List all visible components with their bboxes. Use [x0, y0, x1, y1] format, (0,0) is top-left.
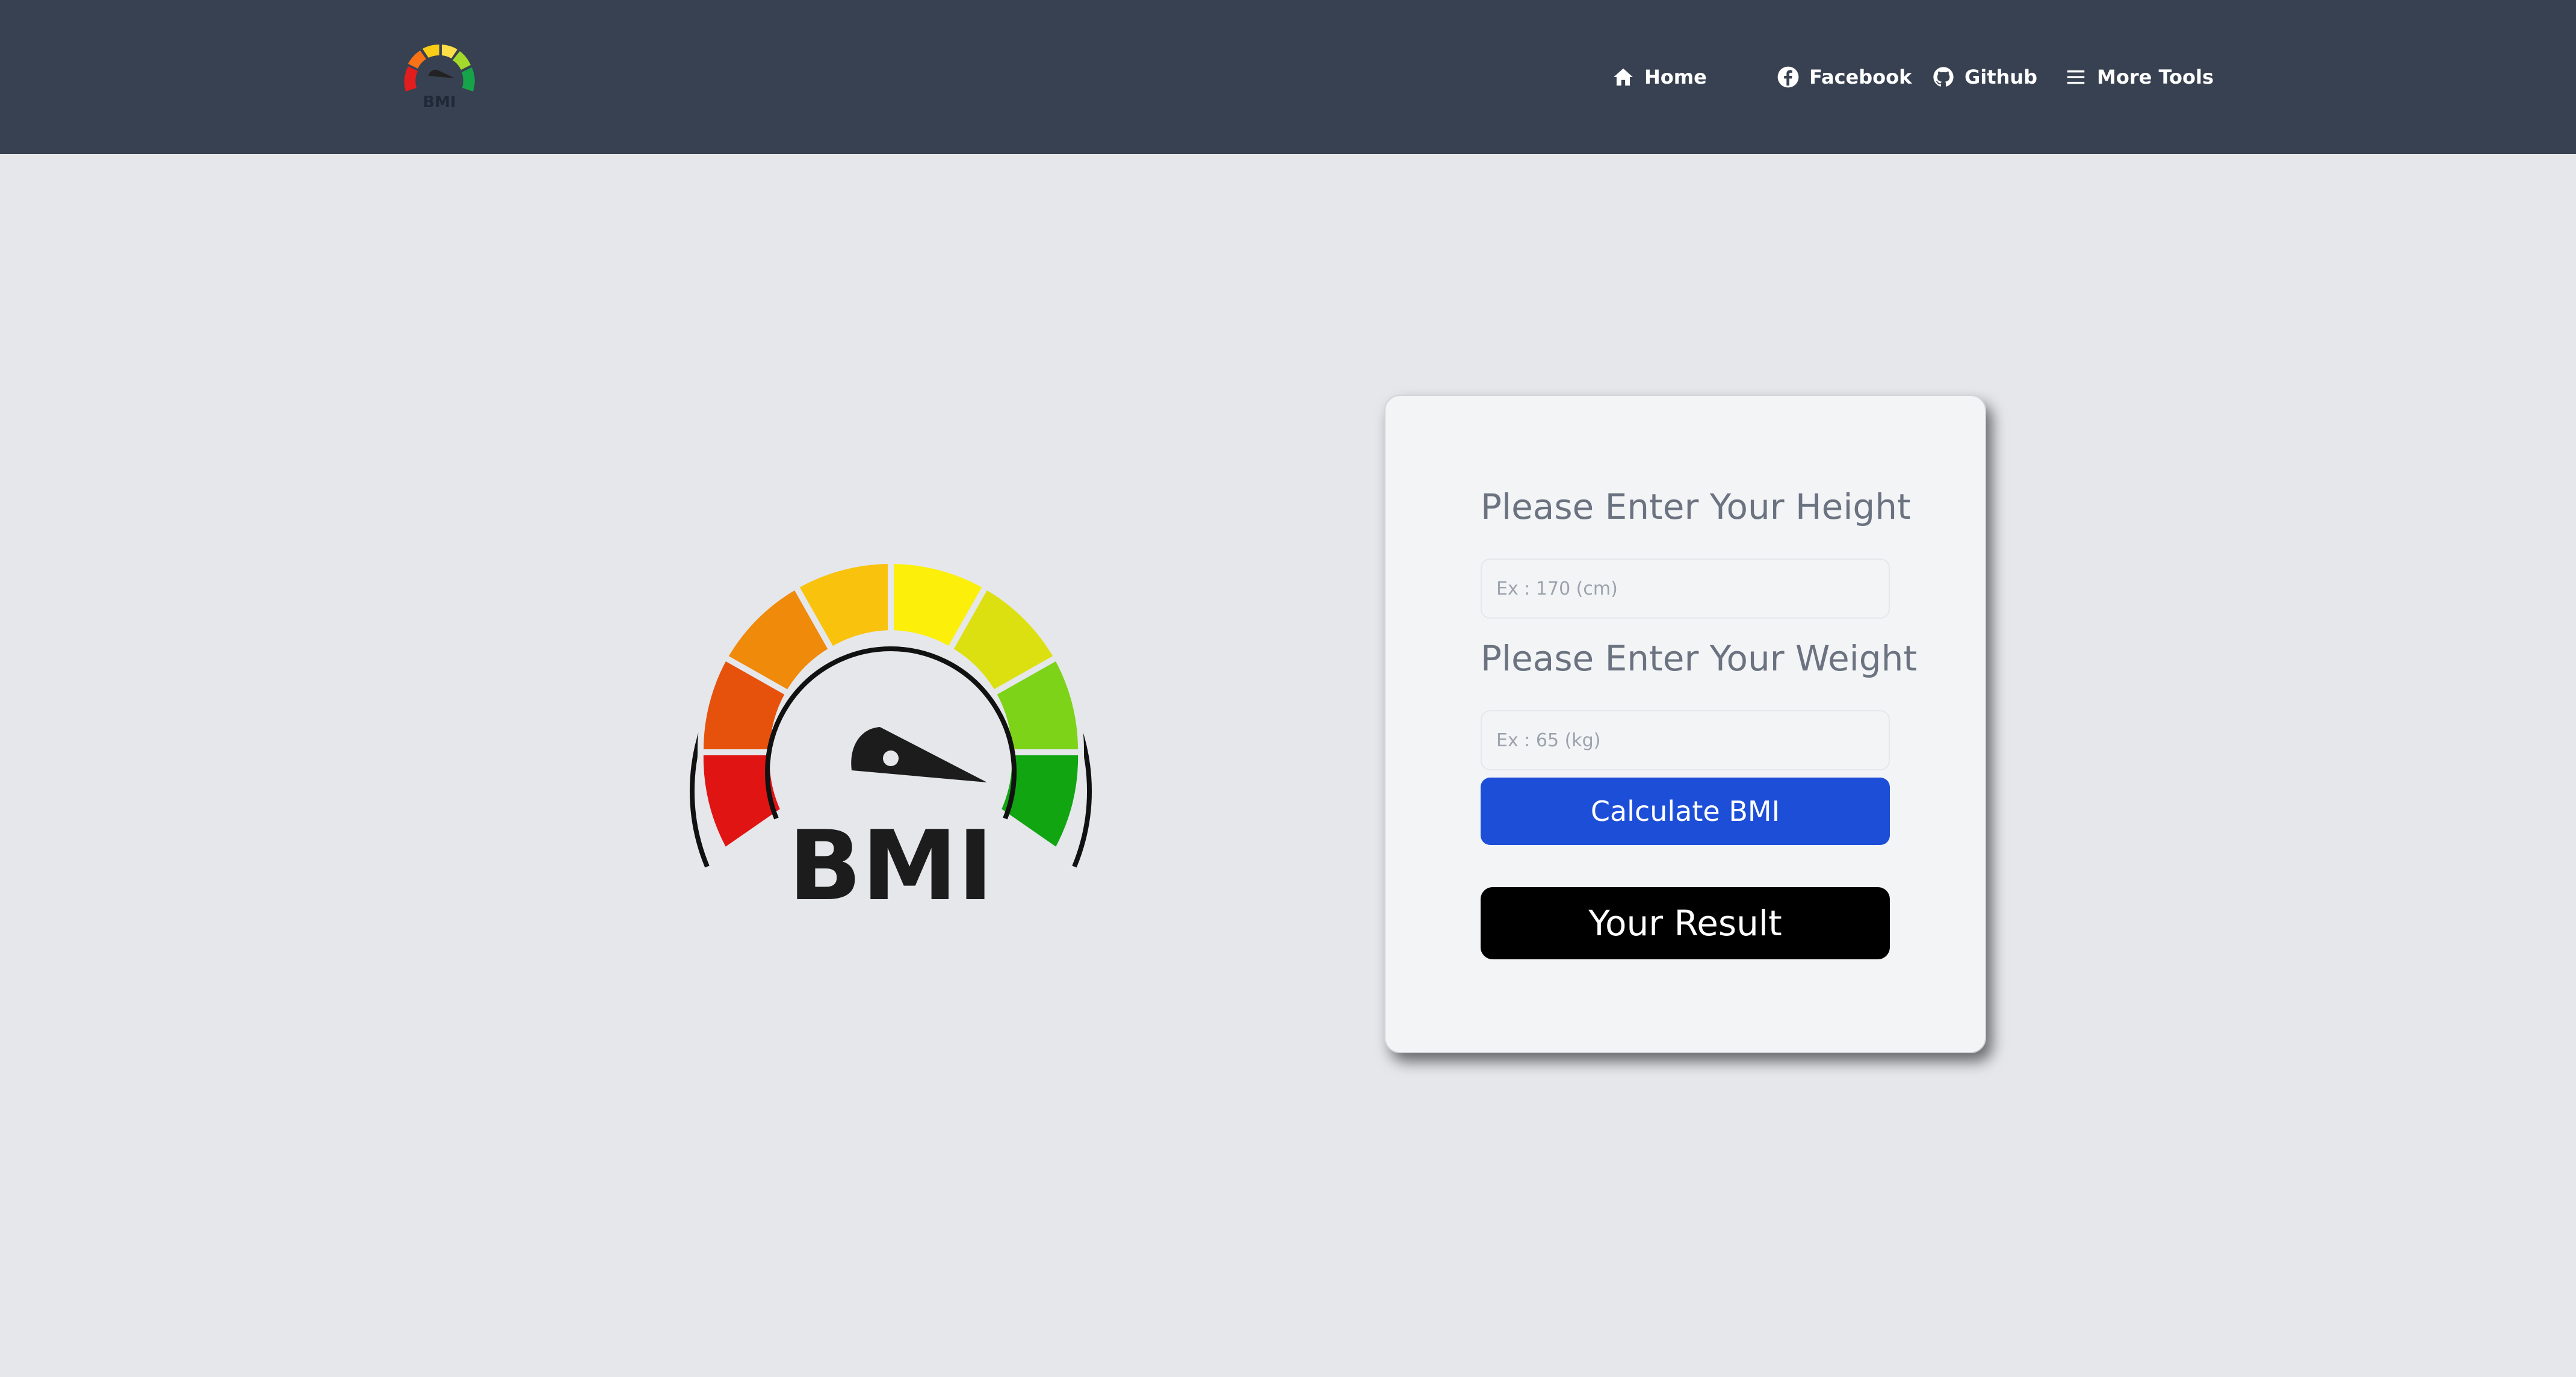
github-icon: [1932, 66, 1955, 88]
calculate-bmi-button[interactable]: Calculate BMI: [1481, 778, 1890, 845]
nav-github-link[interactable]: Github: [1932, 63, 2037, 91]
logo-text: BMI: [423, 93, 456, 111]
height-input[interactable]: [1481, 559, 1890, 619]
result-display: Your Result: [1481, 887, 1890, 959]
facebook-icon: [1777, 66, 1800, 88]
bmi-form-card: Please Enter Your Height Please Enter Yo…: [1384, 395, 1986, 1053]
home-icon: [1612, 66, 1635, 88]
nav-more-tools-label: More Tools: [2097, 66, 2214, 88]
nav-more-tools-link[interactable]: More Tools: [2064, 63, 2214, 91]
weight-input[interactable]: [1481, 710, 1890, 770]
menu-icon: [2064, 66, 2087, 88]
top-navbar: BMI Home Facebook Github More Tools: [0, 0, 2576, 154]
nav-facebook-link[interactable]: Facebook: [1777, 63, 1912, 91]
weight-label: Please Enter Your Weight: [1481, 638, 1918, 679]
bmi-logo-icon[interactable]: BMI: [397, 36, 481, 120]
bmi-gauge-illustration: BMI: [680, 548, 1101, 922]
nav-facebook-label: Facebook: [1809, 66, 1912, 88]
nav-github-label: Github: [1965, 66, 2037, 88]
nav-home-label: Home: [1644, 66, 1707, 88]
nav-home-link[interactable]: Home: [1612, 63, 1707, 91]
gauge-bmi-text: BMI: [788, 809, 994, 909]
height-label: Please Enter Your Height: [1481, 486, 1911, 527]
